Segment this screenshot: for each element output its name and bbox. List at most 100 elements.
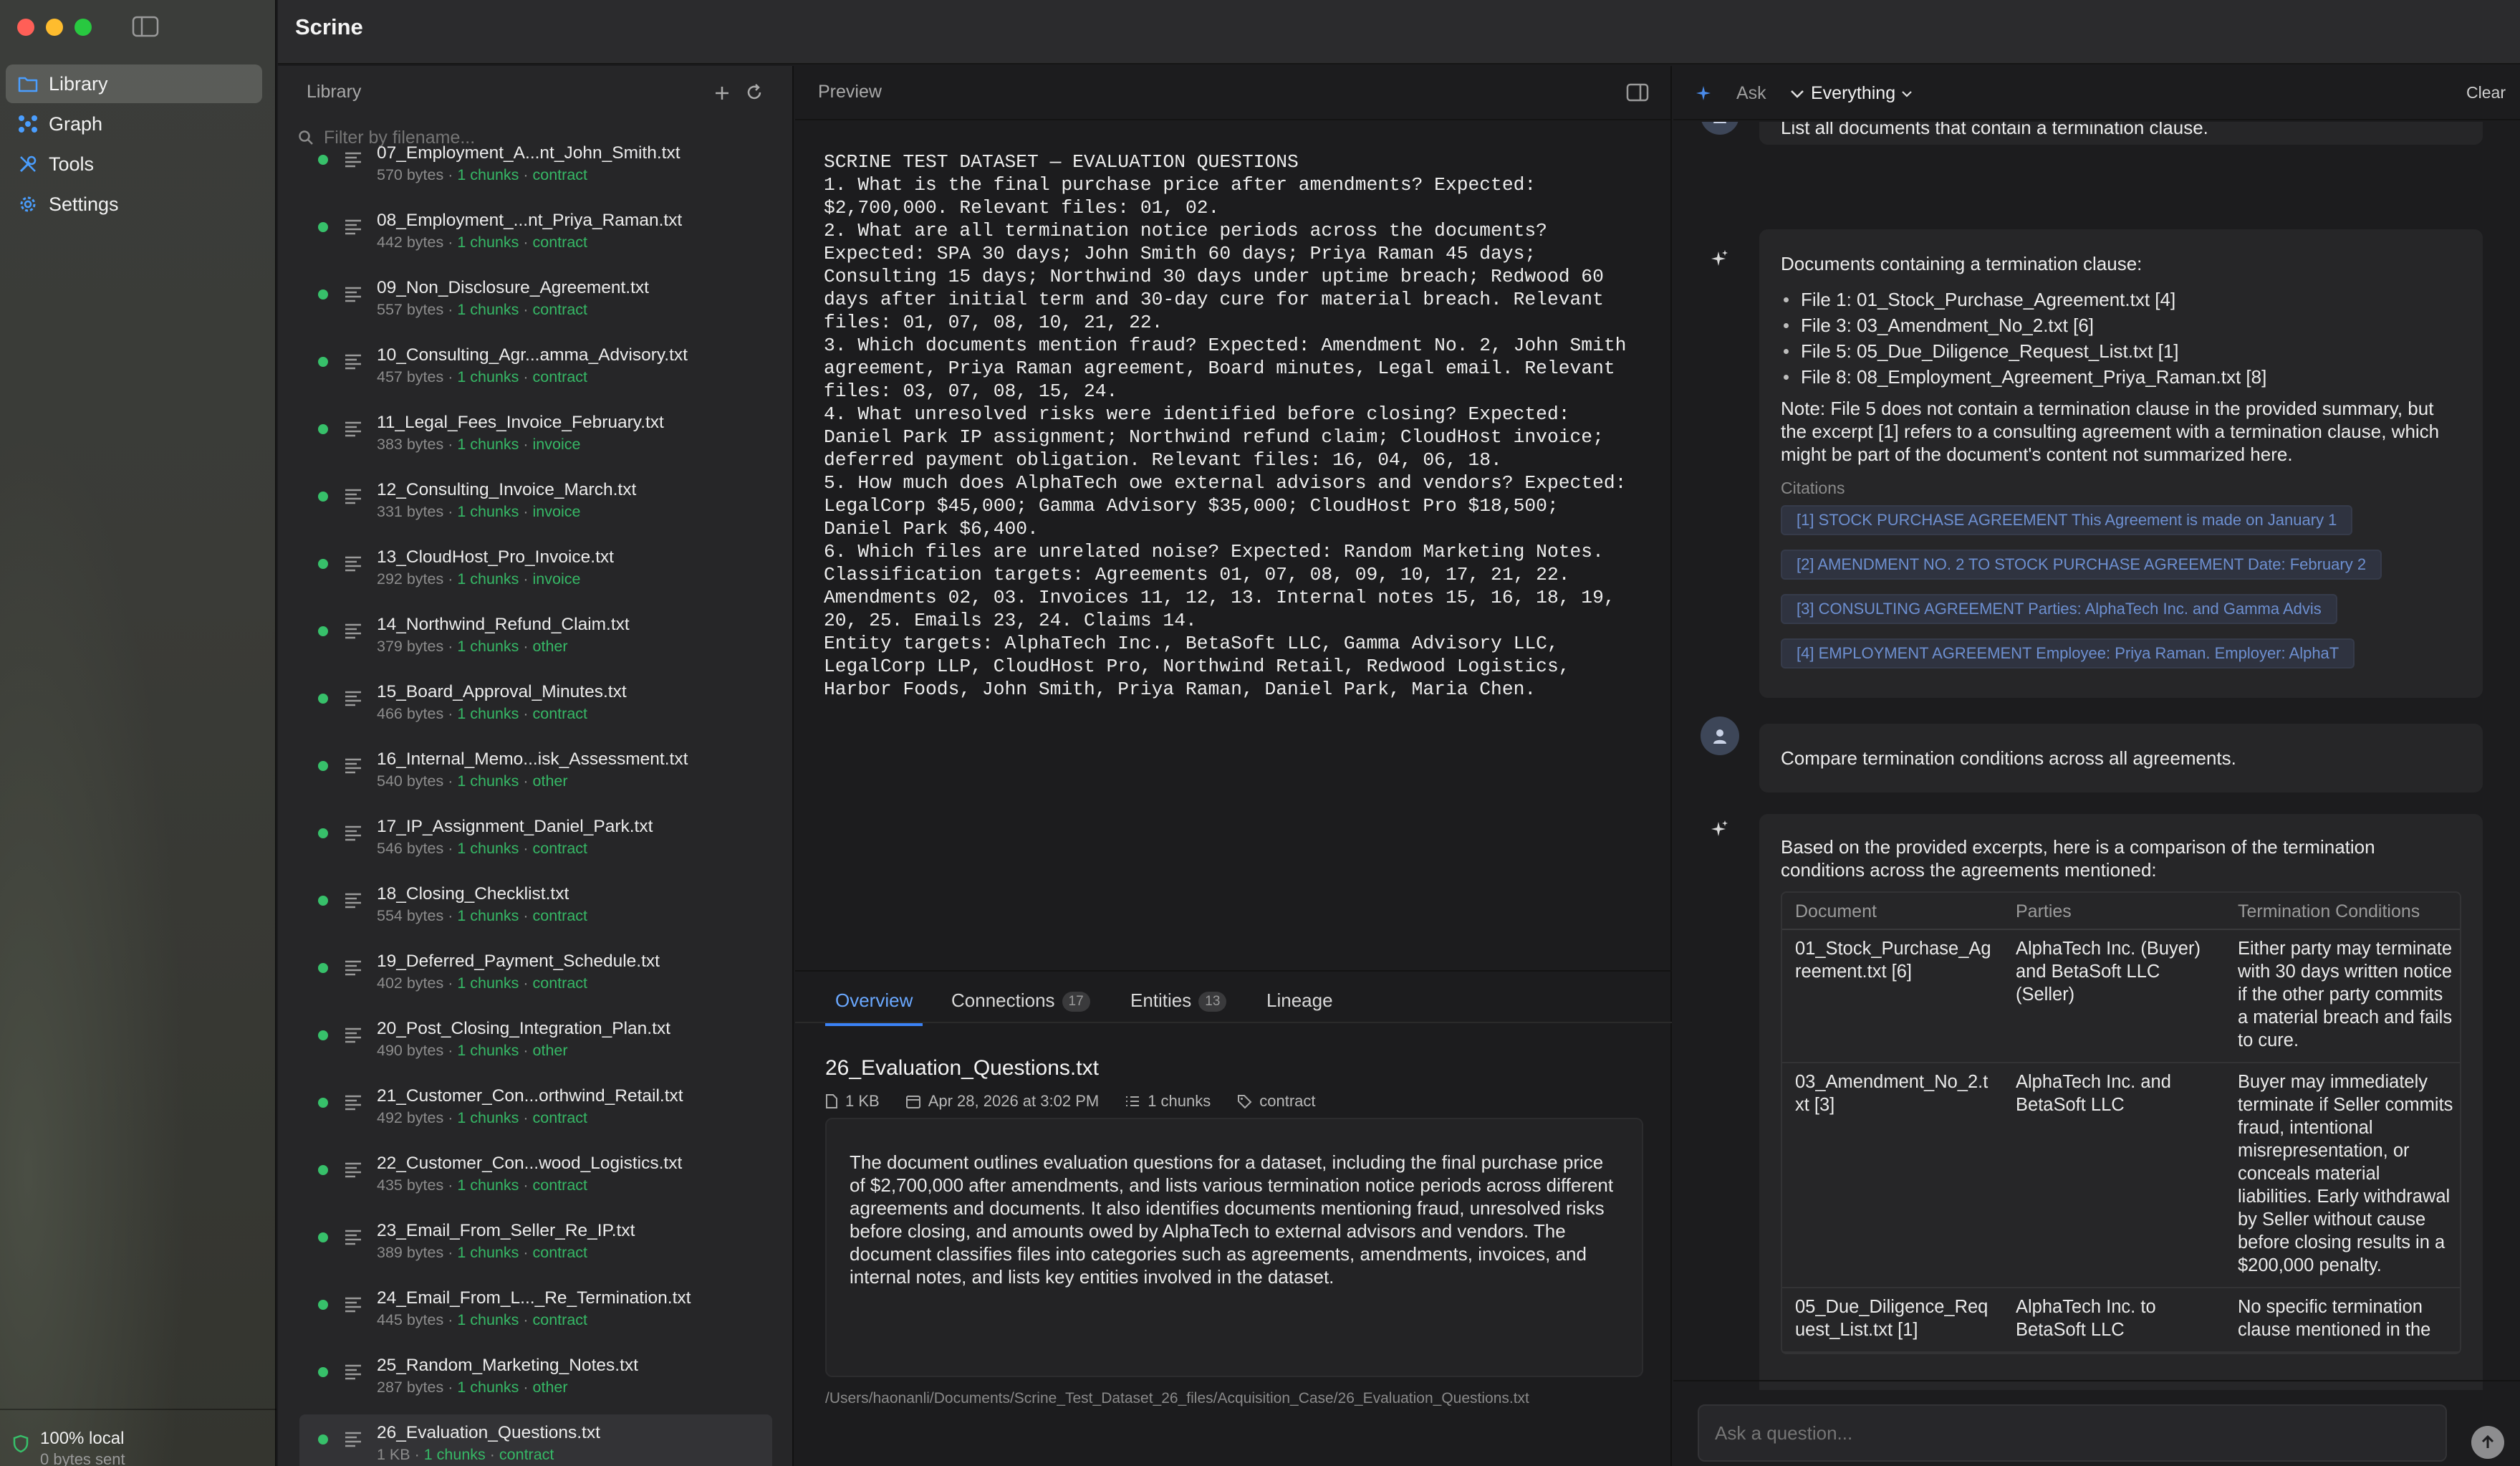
file-list-item[interactable]: 17_IP_Assignment_Daniel_Park.txt 546 byte… xyxy=(299,808,772,876)
status-dot xyxy=(318,289,328,300)
table-cell: 03_Amendment_No_2.txt [3] xyxy=(1782,1063,2003,1288)
assistant-message: Based on the provided excerpts, here is … xyxy=(1759,814,2483,1390)
file-list-item[interactable]: 24_Email_From_L..._Re_Termination.txt 445… xyxy=(299,1280,772,1347)
file-meta: 457 bytes · 1 chunks · contract xyxy=(377,368,587,386)
document-name: 26_Evaluation_Questions.txt xyxy=(825,1056,1099,1080)
file-list-item[interactable]: 10_Consulting_Agr...amma_Advisory.txt 457… xyxy=(299,337,772,404)
list-item: File 1: 01_Stock_Purchase_Agreement.txt … xyxy=(1781,287,2461,312)
question-field[interactable] xyxy=(1698,1404,2447,1462)
file-list-item[interactable]: 09_Non_Disclosure_Agreement.txt 557 bytes… xyxy=(299,269,772,337)
file-list-item[interactable]: 22_Customer_Con...wood_Logistics.txt 435 … xyxy=(299,1145,772,1212)
text-file-icon xyxy=(342,216,364,238)
text-file-icon xyxy=(342,890,364,911)
text-file-icon xyxy=(342,486,364,507)
file-chunks: 1 chunks xyxy=(457,772,519,790)
file-list-item[interactable]: 19_Deferred_Payment_Schedule.txt 402 byte… xyxy=(299,943,772,1010)
file-list-item[interactable]: 08_Employment_...nt_Priya_Raman.txt 442 b… xyxy=(299,202,772,269)
file-chunks: 1 chunks xyxy=(457,974,519,992)
file-list-item[interactable]: 26_Evaluation_Questions.txt 1 KB · 1 chun… xyxy=(299,1414,772,1466)
message-text: Compare termination conditions across al… xyxy=(1781,747,2236,769)
ask-panel: Ask Everything Clear List all documents … xyxy=(1673,66,2520,1466)
tab-connections[interactable]: Connections 17 xyxy=(951,972,1090,1025)
file-list-item[interactable]: 11_Legal_Fees_Invoice_February.txt 383 by… xyxy=(299,404,772,471)
separator-dot: · xyxy=(519,570,533,588)
file-list-item[interactable]: 18_Closing_Checklist.txt 554 bytes · 1 ch… xyxy=(299,876,772,943)
file-chunks: 1 chunks xyxy=(457,1042,519,1059)
file-name: 10_Consulting_Agr...amma_Advisory.txt xyxy=(377,345,688,365)
sidebar-item-library[interactable]: Library xyxy=(6,64,262,103)
file-size: 490 bytes xyxy=(377,1042,444,1059)
separator-dot: · xyxy=(443,1311,458,1328)
tab-overview[interactable]: Overview xyxy=(824,972,923,1026)
answer-intro: Documents containing a termination claus… xyxy=(1781,253,2143,274)
scope-selector[interactable]: Everything xyxy=(1789,83,1913,104)
status-dot xyxy=(318,1300,328,1310)
zoom-window-button[interactable] xyxy=(74,19,92,36)
file-chunks: 1 chunks xyxy=(457,1244,519,1261)
file-list-item[interactable]: 16_Internal_Memo...isk_Assessment.txt 540… xyxy=(299,741,772,808)
file-list-item[interactable]: 13_CloudHost_Pro_Invoice.txt 292 bytes · … xyxy=(299,539,772,606)
citation-chip[interactable]: [1] STOCK PURCHASE AGREEMENT This Agreem… xyxy=(1781,505,2353,535)
separator-dot: · xyxy=(519,368,533,385)
file-category: invoice xyxy=(532,570,581,588)
file-chunks: 1 chunks xyxy=(423,1446,486,1463)
gear-icon xyxy=(17,193,39,215)
citation-chip[interactable]: [3] CONSULTING AGREEMENT Parties: AlphaT… xyxy=(1781,594,2337,624)
file-size: 554 bytes xyxy=(377,907,444,924)
status-dot xyxy=(318,963,328,973)
table-cell: 01_Stock_Purchase_Agreement.txt [6] xyxy=(1782,929,2003,1063)
folder-icon xyxy=(17,73,39,95)
preview-title: Preview xyxy=(818,82,882,102)
sidebar-item-label: Library xyxy=(49,72,108,95)
citation-chip[interactable]: [2] AMENDMENT NO. 2 TO STOCK PURCHASE AG… xyxy=(1781,550,2382,580)
app-sidebar: Library Graph Tools Settings 100% local … xyxy=(0,0,276,1466)
close-window-button[interactable] xyxy=(17,19,34,36)
comparison-table: Document Parties Termination Conditions … xyxy=(1782,893,2460,1353)
file-meta: 292 bytes · 1 chunks · invoice xyxy=(377,570,580,588)
sidebar-item-tools[interactable]: Tools xyxy=(6,145,262,183)
text-file-icon xyxy=(342,1429,364,1450)
file-list-item[interactable]: 21_Customer_Con...orthwind_Retail.txt 492… xyxy=(299,1078,772,1145)
tab-lineage[interactable]: Lineage xyxy=(1266,972,1333,1025)
sidebar-item-graph[interactable]: Graph xyxy=(6,105,262,143)
file-size: 557 bytes xyxy=(377,301,444,318)
file-name: 07_Employment_A...nt_John_Smith.txt xyxy=(377,143,681,163)
add-icon[interactable] xyxy=(713,85,731,102)
file-list-item[interactable]: 07_Employment_A...nt_John_Smith.txt 570 b… xyxy=(299,135,772,202)
file-list-item[interactable]: 12_Consulting_Invoice_March.txt 331 bytes… xyxy=(299,471,772,539)
citation-chip[interactable]: [4] EMPLOYMENT AGREEMENT Employee: Priya… xyxy=(1781,638,2355,669)
text-file-icon xyxy=(342,621,364,642)
question-input[interactable] xyxy=(1699,1406,2415,1460)
text-file-icon xyxy=(342,284,364,305)
text-file-icon xyxy=(342,351,364,373)
minimize-window-button[interactable] xyxy=(46,19,63,36)
file-name: 17_IP_Assignment_Daniel_Park.txt xyxy=(377,817,653,836)
status-dot xyxy=(318,424,328,434)
file-list: 07_Employment_A...nt_John_Smith.txt 570 b… xyxy=(299,135,772,1466)
file-list-item[interactable]: 14_Northwind_Refund_Claim.txt 379 bytes ·… xyxy=(299,606,772,674)
tab-entities[interactable]: Entities 13 xyxy=(1130,972,1227,1025)
file-meta: 570 bytes · 1 chunks · contract xyxy=(377,166,587,184)
file-size: 379 bytes xyxy=(377,638,444,655)
toggle-panel-icon[interactable] xyxy=(1626,83,1649,102)
send-button[interactable] xyxy=(2471,1426,2504,1459)
status-dot xyxy=(318,559,328,569)
message-text: List all documents that contain a termin… xyxy=(1781,122,2208,138)
file-meta: 379 bytes · 1 chunks · other xyxy=(377,638,568,656)
file-icon xyxy=(825,1093,845,1109)
clear-button[interactable]: Clear xyxy=(2466,83,2506,102)
refresh-icon[interactable] xyxy=(745,83,764,102)
file-list-item[interactable]: 25_Random_Marketing_Notes.txt 287 bytes ·… xyxy=(299,1347,772,1414)
file-chunks: 1 chunks xyxy=(457,907,519,924)
separator-dot: · xyxy=(485,1446,499,1463)
file-chunks: 1 chunks xyxy=(457,436,519,453)
file-list-item[interactable]: 15_Board_Approval_Minutes.txt 466 bytes ·… xyxy=(299,674,772,741)
sidebar-item-settings[interactable]: Settings xyxy=(6,185,262,224)
file-meta: 554 bytes · 1 chunks · contract xyxy=(377,907,587,925)
toggle-sidebar-icon[interactable] xyxy=(132,16,159,37)
file-list-item[interactable]: 20_Post_Closing_Integration_Plan.txt 490 … xyxy=(299,1010,772,1078)
file-name: 20_Post_Closing_Integration_Plan.txt xyxy=(377,1019,670,1038)
status-dot xyxy=(318,1165,328,1175)
file-list-item[interactable]: 23_Email_From_Seller_Re_IP.txt 389 bytes … xyxy=(299,1212,772,1280)
file-chunks: 1 chunks xyxy=(457,638,519,655)
